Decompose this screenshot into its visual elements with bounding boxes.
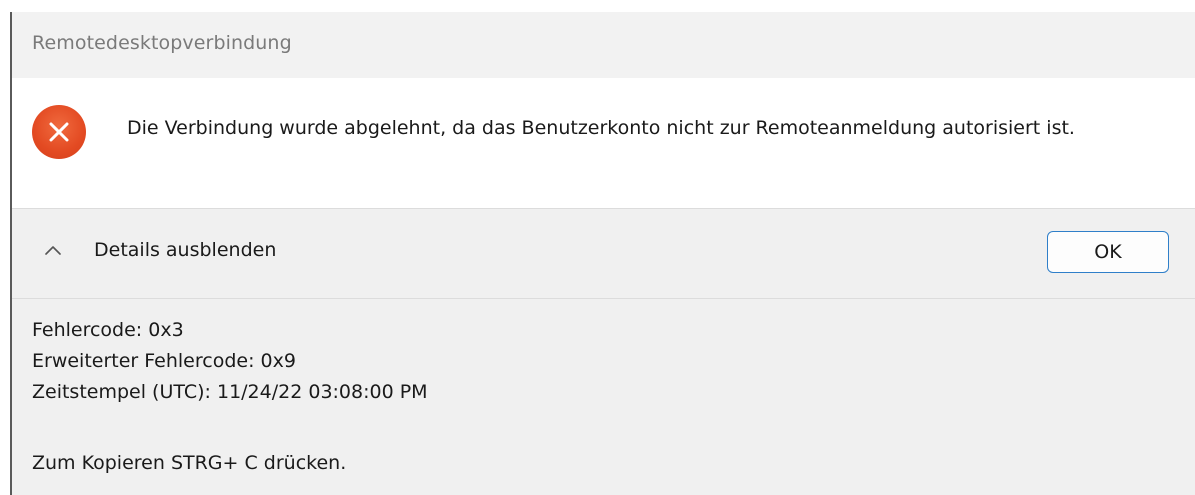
window-title: Remotedesktopverbindung	[32, 32, 292, 54]
error-message: Die Verbindung wurde abgelehnt, da das B…	[127, 117, 1075, 139]
error-icon	[32, 105, 86, 159]
copy-hint: Zum Kopieren STRG+ C drücken.	[32, 452, 347, 474]
details-toggle-button[interactable]: Details ausblenden	[42, 234, 276, 266]
action-bar: Details ausblenden OK	[12, 209, 1195, 298]
details-toggle-label: Details ausblenden	[94, 239, 277, 261]
error-dialog: Remotedesktopverbindung Die Verbindung w…	[10, 12, 1195, 495]
extended-error-code: Erweiterter Fehlercode: 0x9	[32, 350, 296, 372]
timestamp: Zeitstempel (UTC): 11/24/22 03:08:00 PM	[32, 381, 428, 403]
title-bar: Remotedesktopverbindung	[12, 12, 1195, 78]
chevron-up-icon	[45, 246, 61, 255]
ok-button[interactable]: OK	[1047, 231, 1169, 273]
message-area: Die Verbindung wurde abgelehnt, da das B…	[12, 78, 1195, 208]
error-code: Fehlercode: 0x3	[32, 319, 184, 341]
divider	[12, 298, 1195, 299]
details-panel: Fehlercode: 0x3 Erweiterter Fehlercode: …	[32, 315, 428, 408]
